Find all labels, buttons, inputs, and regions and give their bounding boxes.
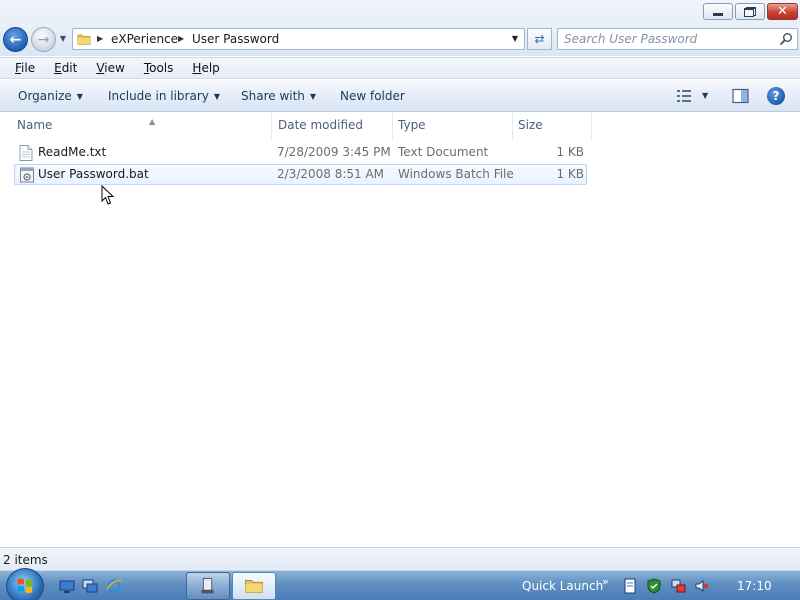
column-header-type[interactable]: Type [393,113,513,139]
search-icon[interactable] [779,32,793,46]
minimize-button[interactable] [703,3,733,20]
search-input[interactable] [564,30,774,48]
show-desktop-icon[interactable] [59,578,75,594]
back-button[interactable]: ← [3,27,28,52]
folder-icon [245,579,263,593]
restore-button[interactable] [735,3,765,20]
menu-edit-accel: E [54,61,62,75]
restore-icon [744,6,756,17]
command-bar: Organize ▼ Include in library ▼ Share with… [0,80,800,112]
share-with-button[interactable]: Share with ▼ [241,80,316,112]
menu-edit-rest: dit [61,61,78,75]
file-name[interactable]: User Password.bat [38,165,149,184]
internet-explorer-icon[interactable] [106,578,122,594]
recent-pages-dropdown[interactable]: ▼ [58,34,68,44]
taskbar-button-app[interactable] [186,572,230,600]
close-icon: ✕ [777,4,788,19]
breadcrumb-user-password[interactable]: User Password [192,29,279,49]
breadcrumb-experience[interactable]: eXPerience [111,29,178,49]
forward-arrow-icon: → [37,31,50,48]
column-header-date-modified[interactable]: Date modified [273,113,393,139]
menu-tools[interactable]: Tools [141,61,177,75]
organize-button[interactable]: Organize ▼ [18,80,83,112]
chevron-down-icon: ▼ [213,92,221,101]
address-row: ← → ▼ ▶ eXPerience ▶ User Password ▼ ⇄ [0,24,800,56]
menu-tools-rest: ools [149,61,174,75]
folder-icon [77,34,91,45]
back-arrow-icon: ← [9,31,22,48]
menu-file-rest: ile [21,61,36,75]
file-size: 1 KB [556,145,584,159]
text-file-icon [19,145,33,161]
caption-buttons: ✕ [703,3,798,20]
preview-pane-icon[interactable] [732,88,749,104]
chevron-down-icon: ▼ [76,92,83,101]
title-bar: ✕ [0,0,800,24]
breadcrumb-separator-icon[interactable]: ▶ [178,29,184,49]
file-row[interactable]: User Password.bat 2/3/2008 8:51 AM Windo… [14,164,587,185]
close-button[interactable]: ✕ [767,3,798,20]
security-shield-icon[interactable] [646,578,662,594]
column-header-name[interactable]: Name ▲ [12,113,272,139]
include-in-library-label: Include in library [108,89,209,103]
network-icon[interactable] [670,578,686,594]
file-type: Windows Batch File [398,167,514,181]
sort-ascending-icon: ▲ [149,117,156,126]
clock[interactable]: 17:10 [737,571,772,600]
menu-help-rest: elp [201,61,220,75]
help-icon[interactable]: ? [767,87,785,105]
quick-launch-label: Quick Launch [522,579,604,593]
column-name-label: Name [17,118,53,132]
organize-label: Organize [18,89,72,103]
new-folder-button[interactable]: New folder [340,80,405,112]
menu-view-rest: iew [104,61,125,75]
file-date-modified: 7/28/2009 3:45 PM [277,145,391,159]
volume-muted-icon[interactable] [694,578,710,594]
view-options-dropdown[interactable]: ▼ [702,88,712,104]
column-header-size[interactable]: Size [513,113,592,139]
mouse-cursor-icon [101,185,115,205]
menu-file[interactable]: File [12,61,38,75]
file-row[interactable]: ReadMe.txt 7/28/2009 3:45 PM Text Docume… [14,143,587,164]
refresh-icon: ⇄ [534,32,545,46]
share-with-label: Share with [241,89,305,103]
chevron-right-icon[interactable]: » [602,575,609,588]
breadcrumb-separator-icon[interactable]: ▶ [97,29,103,49]
address-history-dropdown[interactable]: ▼ [508,29,522,49]
chevron-down-icon: ▼ [309,92,317,101]
include-in-library-button[interactable]: Include in library ▼ [108,80,220,112]
status-bar: 2 items [0,547,800,570]
refresh-button[interactable]: ⇄ [527,28,552,50]
windows-logo-icon [17,578,33,594]
file-list: Name ▲ Date modified Type Size ReadMe.tx… [0,113,800,547]
usb-drive-icon [201,578,214,594]
document-tray-icon[interactable] [622,578,638,594]
menu-help[interactable]: Help [189,61,222,75]
file-size: 1 KB [556,167,584,181]
change-view-icon[interactable] [676,88,692,104]
taskbar: Quick Launch » 17:10 [0,568,800,600]
address-bar[interactable]: ▶ eXPerience ▶ User Password ▼ [72,28,525,50]
start-button[interactable] [6,568,44,600]
file-name[interactable]: ReadMe.txt [38,143,106,162]
batch-file-icon [20,167,34,183]
switch-windows-icon[interactable] [82,578,98,594]
item-count: 2 items [3,553,48,567]
menu-bar: File Edit View Tools Help [0,57,800,79]
menu-edit[interactable]: Edit [51,61,80,75]
search-box [557,28,798,50]
forward-button[interactable]: → [31,27,56,52]
taskbar-button-explorer[interactable] [232,572,276,600]
file-date-modified: 2/3/2008 8:51 AM [277,167,385,181]
minimize-icon [713,13,723,16]
file-type: Text Document [398,145,489,159]
menu-view[interactable]: View [93,61,127,75]
